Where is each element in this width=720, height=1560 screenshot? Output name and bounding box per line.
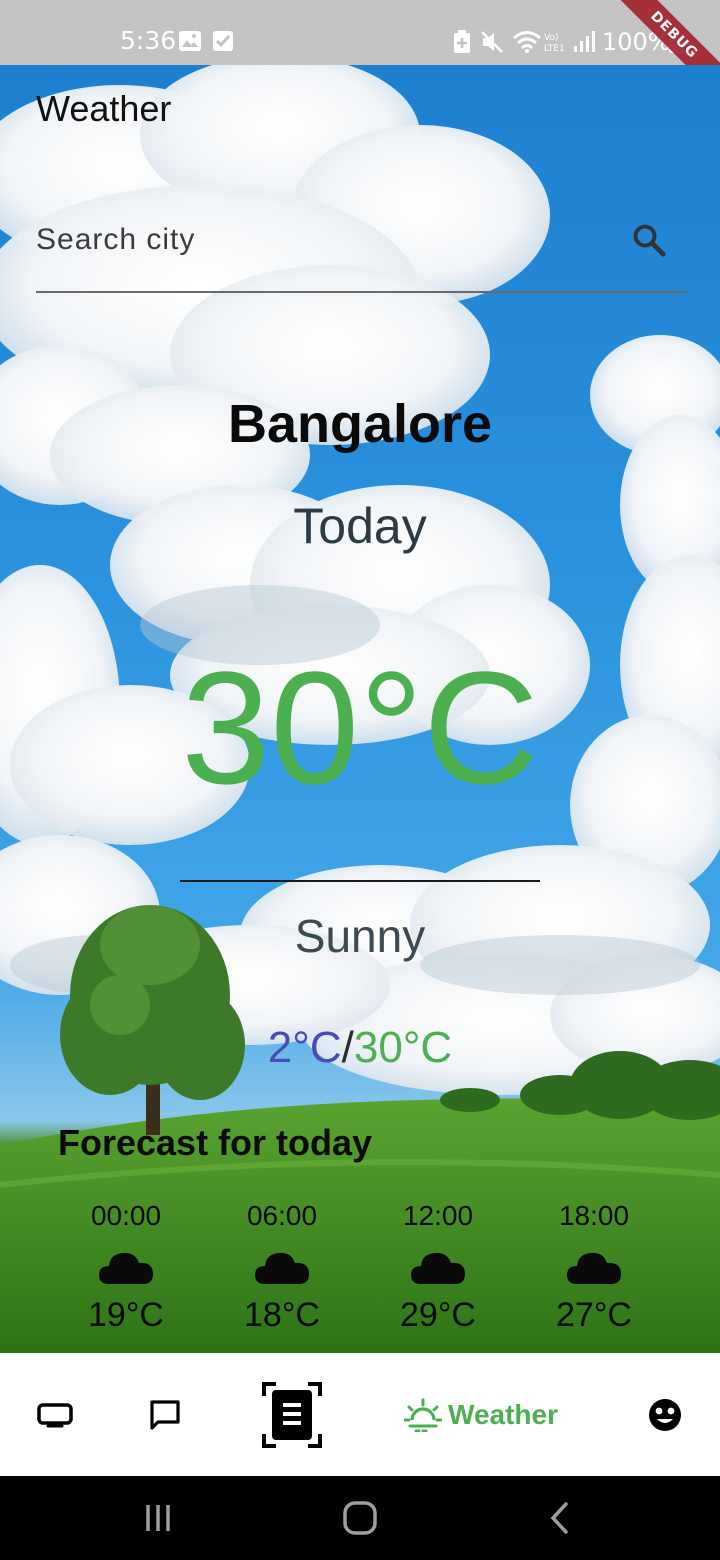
svg-text:LTE1: LTE1 — [544, 44, 565, 54]
forecast-item: 06:00 18°C — [204, 1200, 360, 1350]
back-button[interactable] — [530, 1476, 590, 1560]
nav-item-face[interactable] — [630, 1353, 700, 1476]
cloud-icon — [411, 1252, 465, 1284]
svg-text:Vo): Vo) — [544, 33, 558, 43]
nav-item-weather[interactable]: Weather — [396, 1353, 566, 1476]
search-bar — [36, 215, 686, 293]
forecast-time: 12:00 — [402, 1200, 474, 1231]
forecast-title: Forecast for today — [58, 1122, 373, 1163]
nav-item-chat[interactable] — [130, 1353, 200, 1476]
day-label: Today — [293, 498, 427, 554]
forecast-time: 00:00 — [90, 1200, 162, 1231]
city-name: Bangalore — [227, 394, 493, 454]
home-button[interactable] — [328, 1476, 392, 1560]
search-input[interactable] — [36, 215, 596, 265]
nav-weather-label: Weather — [448, 1398, 558, 1430]
mute-icon — [481, 31, 503, 53]
divider — [180, 880, 540, 882]
chat-icon — [150, 1399, 180, 1430]
min-temperature: 2°C — [267, 1023, 342, 1072]
back-icon — [550, 1502, 568, 1534]
signal-icon: Vo) LTE1 — [544, 31, 595, 54]
tv-icon — [37, 1402, 73, 1427]
wifi-icon — [513, 31, 541, 53]
weather-condition: Sunny — [294, 910, 426, 962]
forecast-temp: 27°C — [556, 1296, 632, 1334]
cloud-icon — [99, 1252, 153, 1284]
battery-saver-icon — [454, 30, 470, 53]
face-icon — [649, 1398, 681, 1431]
cloud-icon — [567, 1252, 621, 1284]
range-separator: / — [341, 1023, 354, 1072]
app-title: Weather — [36, 88, 172, 129]
forecast-item: 00:00 19°C — [48, 1200, 204, 1350]
forecast-item: 12:00 29°C — [360, 1200, 516, 1350]
bottom-navigation: Weather — [0, 1353, 720, 1476]
system-navigation-bar — [0, 1476, 720, 1560]
current-temperature: 30°C — [181, 638, 539, 817]
search-icon[interactable] — [630, 221, 668, 259]
check-box-icon — [213, 31, 233, 51]
cloud-icon — [255, 1252, 309, 1284]
forecast-temp: 18°C — [244, 1296, 320, 1334]
forecast-list: 00:00 19°C 06:00 18°C 12:00 29°C 18:00 2… — [48, 1200, 672, 1350]
gallery-icon — [179, 31, 201, 51]
document-scan-icon — [262, 1381, 322, 1448]
forecast-item: 18:00 27°C — [516, 1200, 672, 1350]
sun-icon — [404, 1398, 443, 1432]
temperature-range: 2°C/30°C — [0, 1023, 720, 1073]
recent-apps-button[interactable] — [128, 1476, 188, 1560]
status-time: 5:36 — [120, 26, 177, 55]
home-icon — [343, 1501, 377, 1535]
forecast-time: 06:00 — [246, 1200, 318, 1231]
forecast-temp: 29°C — [400, 1296, 476, 1334]
nav-item-tv[interactable] — [20, 1353, 90, 1476]
nav-item-scanner[interactable] — [250, 1353, 334, 1476]
max-temperature: 30°C — [353, 1023, 453, 1072]
status-bar: 5:36 Vo) LTE1 100% DEBUG — [0, 0, 720, 101]
recent-apps-icon — [146, 1505, 170, 1531]
forecast-temp: 19°C — [88, 1296, 164, 1334]
forecast-time: 18:00 — [558, 1200, 630, 1231]
